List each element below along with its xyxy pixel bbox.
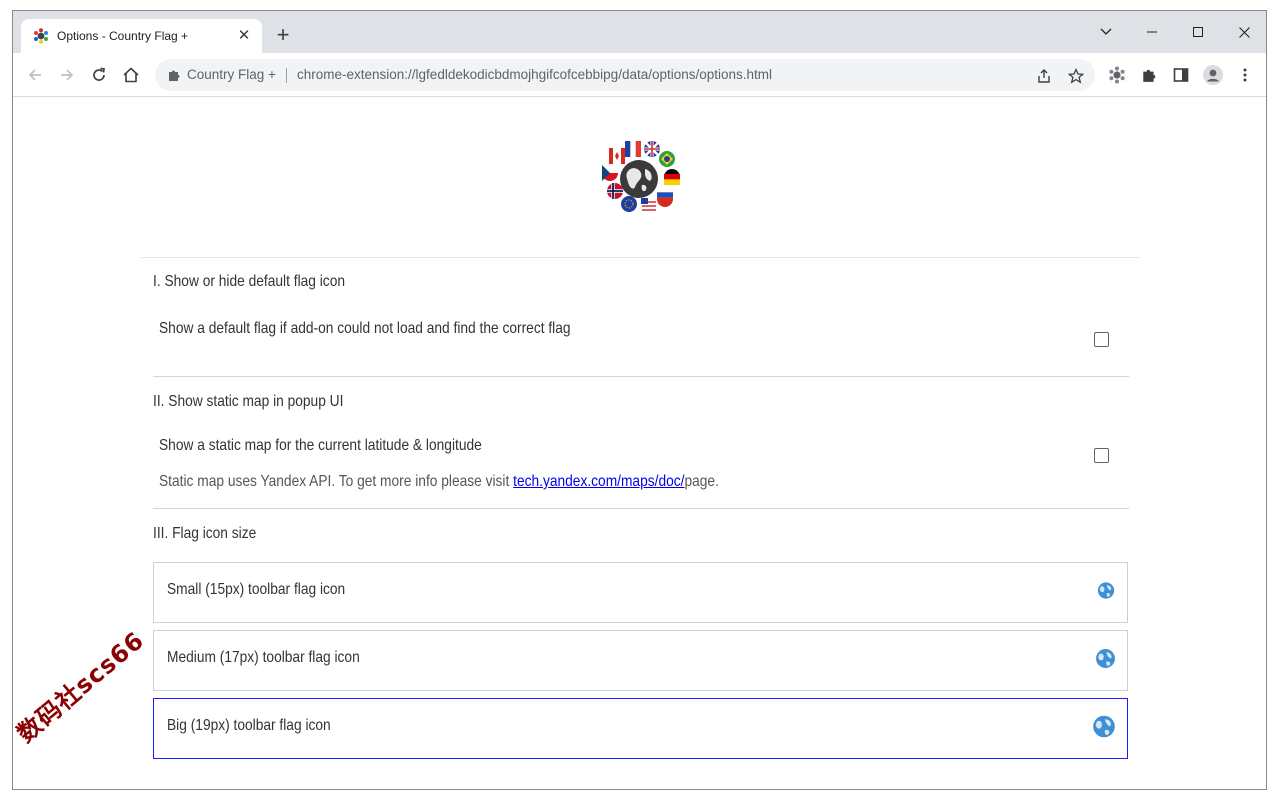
size-option-label: Medium (17px) toolbar flag icon	[167, 649, 360, 666]
more-menu-icon[interactable]	[1235, 65, 1255, 85]
globe-icon	[1097, 581, 1115, 604]
address-bar[interactable]: Country Flag + chrome-extension://lgfedl…	[155, 59, 1095, 91]
note-prefix: Static map uses Yandex API. To get more …	[159, 473, 514, 490]
section-divider	[153, 508, 1129, 509]
country-flag-favicon-icon	[33, 28, 49, 44]
extensions-puzzle-icon[interactable]	[1139, 65, 1159, 85]
static-map-checkbox[interactable]	[1094, 448, 1109, 463]
tab-options[interactable]: Options - Country Flag + ✕	[21, 19, 262, 53]
size-option-label: Small (15px) toolbar flag icon	[167, 581, 346, 598]
profile-avatar-icon[interactable]	[1203, 65, 1223, 85]
size-option-medium[interactable]: Medium (17px) toolbar flag icon	[153, 630, 1128, 691]
reload-icon[interactable]	[87, 63, 111, 87]
default-flag-checkbox[interactable]	[1094, 332, 1109, 347]
maximize-icon[interactable]	[1175, 17, 1221, 47]
side-panel-icon[interactable]	[1171, 65, 1191, 85]
yandex-docs-link[interactable]: tech.yandex.com/maps/doc/	[513, 473, 684, 490]
puzzle-piece-icon	[167, 68, 181, 82]
browser-window: Options - Country Flag + ✕ + Country Fla…	[12, 10, 1267, 790]
country-flag-extension-icon[interactable]	[1107, 65, 1127, 85]
omnibox-separator	[286, 68, 287, 83]
country-flag-logo-icon	[595, 135, 683, 223]
home-icon[interactable]	[119, 63, 143, 87]
size-option-label: Big (19px) toolbar flag icon	[167, 717, 331, 734]
note-suffix: page.	[684, 473, 719, 490]
static-map-note: Static map uses Yandex API. To get more …	[159, 473, 719, 491]
header-divider	[141, 257, 1140, 258]
section-title-flag-size: III. Flag icon size	[153, 525, 257, 542]
section-divider	[153, 376, 1129, 377]
section-title-static-map: II. Show static map in popup UI	[153, 393, 344, 410]
globe-icon	[1092, 714, 1116, 743]
url-text[interactable]: chrome-extension://lgfedldekodicbdmojhgi…	[297, 67, 772, 82]
globe-icon	[1095, 648, 1116, 674]
browser-toolbar: Country Flag + chrome-extension://lgfedl…	[13, 53, 1266, 97]
forward-arrow-icon[interactable]	[55, 63, 79, 87]
section-title-default-flag: I. Show or hide default flag icon	[153, 273, 345, 290]
share-icon[interactable]	[1035, 67, 1053, 85]
close-icon[interactable]	[1221, 17, 1266, 47]
option-label-static-map: Show a static map for the current latitu…	[159, 437, 482, 454]
tab-strip: Options - Country Flag + ✕ +	[13, 11, 1266, 53]
new-tab-button[interactable]: +	[271, 24, 295, 48]
options-page: I. Show or hide default flag icon Show a…	[13, 97, 1266, 789]
back-arrow-icon[interactable]	[23, 63, 47, 87]
chevron-down-icon[interactable]	[1083, 17, 1129, 47]
tab-title: Options - Country Flag +	[57, 29, 189, 43]
tab-close-icon[interactable]: ✕	[234, 26, 254, 46]
size-option-big[interactable]: Big (19px) toolbar flag icon	[153, 698, 1128, 759]
bookmark-star-icon[interactable]	[1067, 67, 1085, 85]
extension-name: Country Flag +	[187, 67, 276, 82]
minimize-icon[interactable]	[1129, 17, 1175, 47]
size-option-small[interactable]: Small (15px) toolbar flag icon	[153, 562, 1128, 623]
option-label-default-flag: Show a default flag if add-on could not …	[159, 320, 571, 337]
